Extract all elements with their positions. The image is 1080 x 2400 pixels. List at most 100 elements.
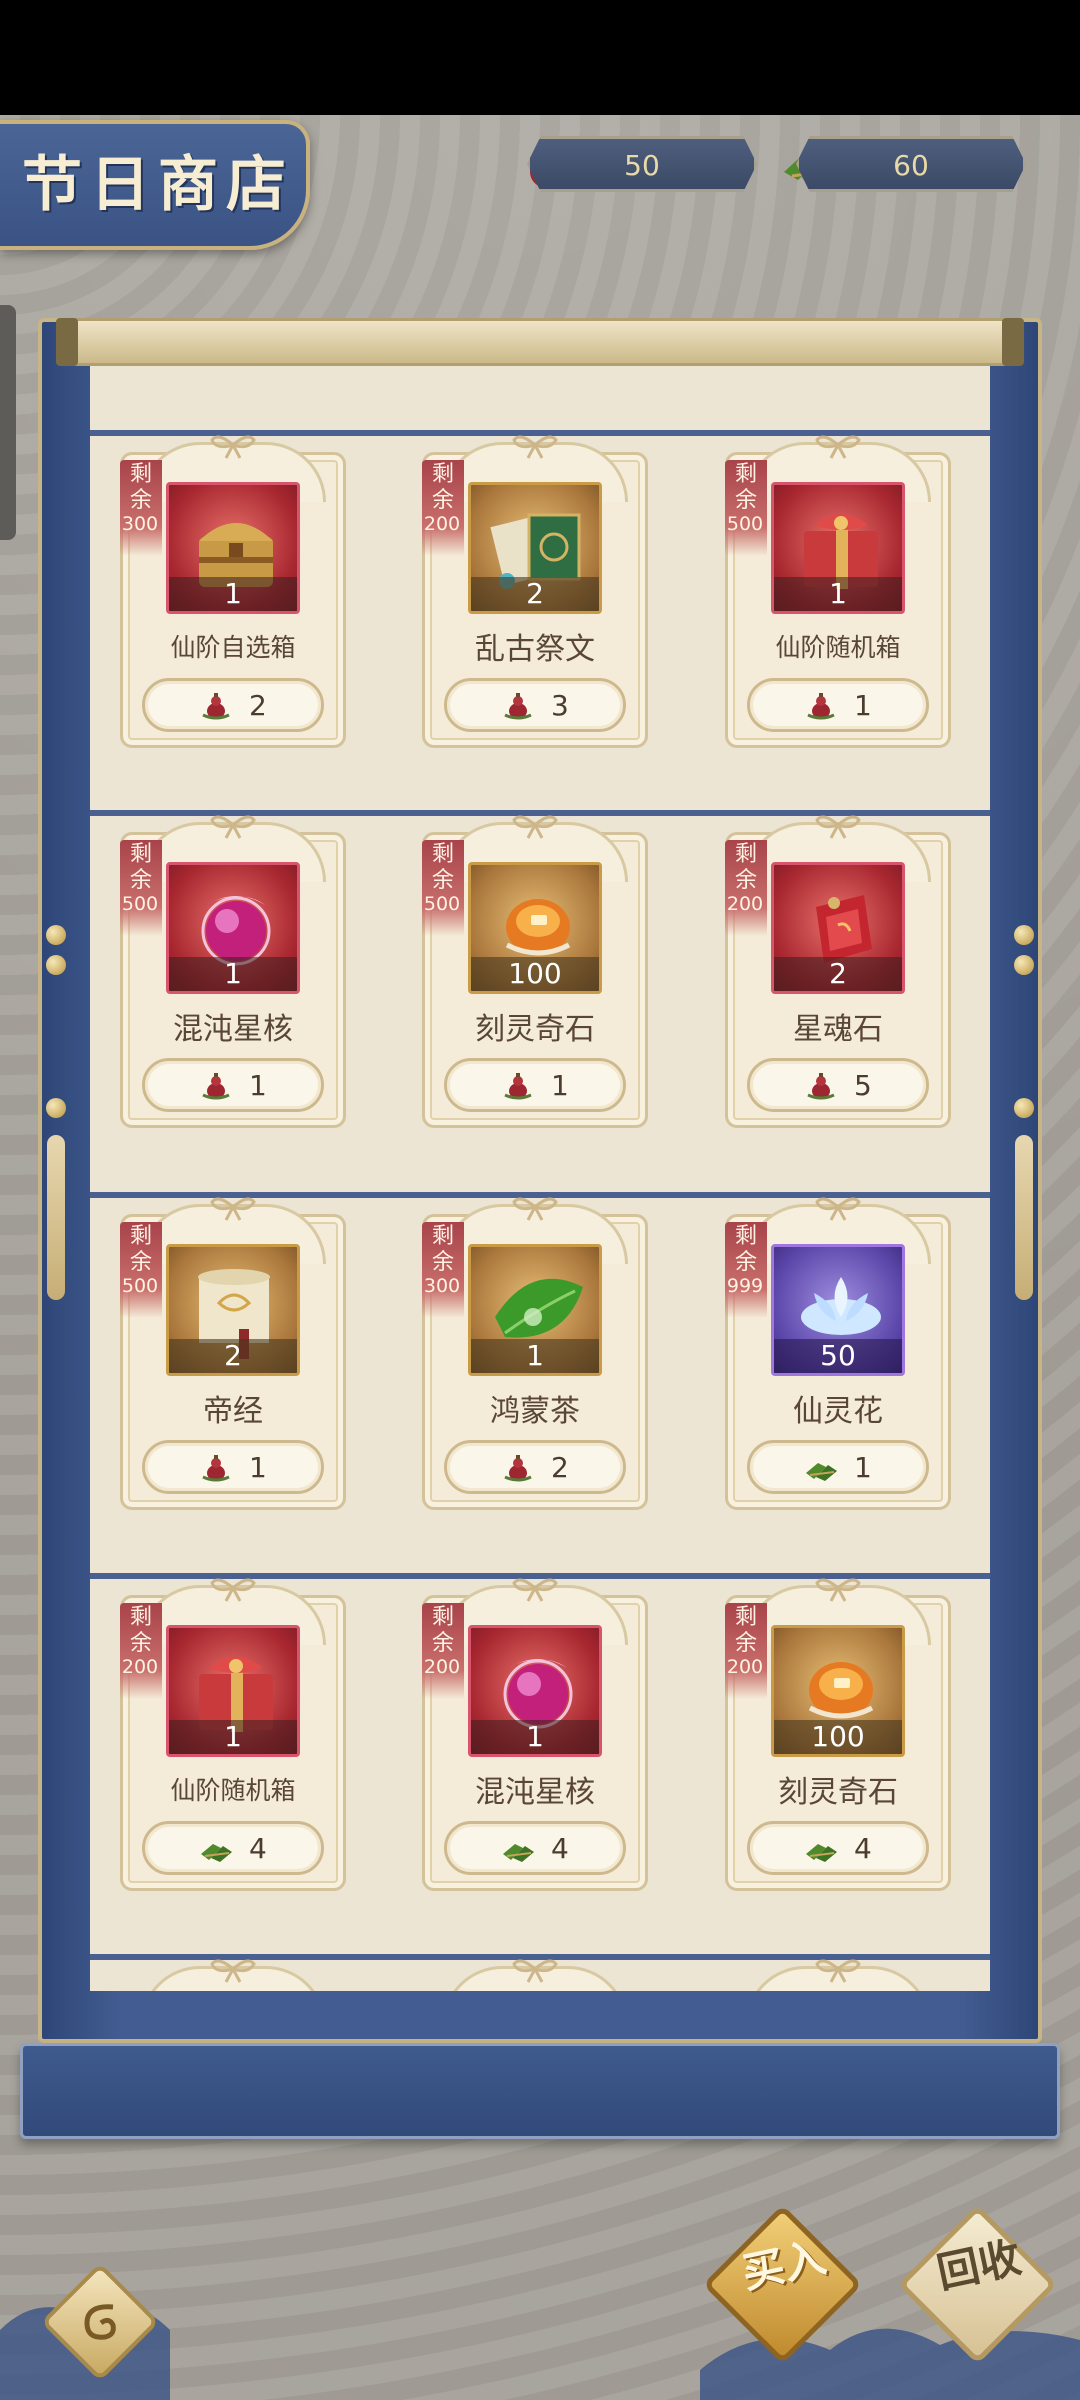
item-icon-frame[interactable]: 1 <box>468 1244 602 1376</box>
remaining-count: 500 <box>726 513 764 535</box>
price-button[interactable]: 1 <box>142 1058 324 1112</box>
item-icon-frame[interactable]: 1 <box>468 1625 602 1757</box>
side-drawer-handle[interactable] <box>0 305 16 540</box>
price-button[interactable]: 1 <box>747 678 929 732</box>
remaining-label: 剩余 <box>734 1605 757 1656</box>
price-button[interactable]: 4 <box>747 1821 929 1875</box>
price-button[interactable]: 1 <box>142 1440 324 1494</box>
item-name: 帝经 <box>203 1394 263 1429</box>
price-button[interactable]: 4 <box>142 1821 324 1875</box>
remaining-count: 200 <box>726 893 764 915</box>
tassel-bead <box>46 1098 66 1118</box>
green-zongzi-icon <box>806 1463 837 1481</box>
remaining-stock-badge: 剩余 200 <box>422 1603 464 1699</box>
item-quantity: 1 <box>169 577 297 611</box>
item-icon-frame[interactable]: 1 <box>771 482 905 614</box>
item-icon-frame[interactable]: 1 <box>166 862 300 994</box>
red-gourd-icon <box>202 1073 230 1100</box>
price-value: 4 <box>854 1832 872 1865</box>
shop-item-list[interactable]: 剩余 300 1 仙阶自选箱 2 剩余 200 2 乱古祭文 3 剩余 500 1 仙阶随机箱 1 剩余 500… <box>90 366 990 1991</box>
tassel <box>1015 1135 1033 1300</box>
item-icon-frame[interactable]: 1 <box>166 1625 300 1757</box>
currency-green-zongzi-value: 60 <box>893 149 929 182</box>
ribbon-bow-icon <box>815 435 861 459</box>
item-name: 鸿蒙茶 <box>490 1394 580 1429</box>
item-name: 仙灵花 <box>793 1394 883 1429</box>
ribbon-bow-icon <box>512 1959 558 1983</box>
item-icon-frame[interactable]: 100 <box>468 862 602 994</box>
price-button[interactable]: 4 <box>444 1821 626 1875</box>
item-quantity: 100 <box>471 957 599 991</box>
ribbon-bow-icon <box>210 435 256 459</box>
shop-item-card[interactable]: 剩余 500 1 混沌星核 1 <box>120 810 346 1128</box>
item-icon-frame[interactable]: 1 <box>166 482 300 614</box>
tassel-bead <box>1014 955 1034 975</box>
price-value: 3 <box>551 689 569 722</box>
currency-green-zongzi: 60 <box>796 136 1026 192</box>
shop-item-card[interactable]: 剩余 999 50 仙灵花 1 <box>725 1192 951 1510</box>
remaining-label: 剩余 <box>129 1605 152 1656</box>
back-button[interactable] <box>40 2262 160 2382</box>
shop-item-card[interactable]: 剩余 300 1 仙阶自选箱 2 <box>120 430 346 748</box>
remaining-stock-badge: 剩余 200 <box>120 1603 162 1699</box>
shop-item-card[interactable]: 剩余 200 1 混沌星核 4 <box>422 1573 648 1891</box>
remaining-count: 200 <box>423 1656 461 1678</box>
price-value: 2 <box>249 689 267 722</box>
price-button[interactable]: 5 <box>747 1058 929 1112</box>
item-quantity: 2 <box>774 957 902 991</box>
item-icon-frame[interactable]: 2 <box>771 862 905 994</box>
price-button[interactable]: 1 <box>747 1440 929 1494</box>
price-button[interactable]: 3 <box>444 678 626 732</box>
remaining-count: 500 <box>121 1275 159 1297</box>
scroll-rod <box>64 318 1014 366</box>
buy-button[interactable]: 买入 <box>700 2202 865 2367</box>
remaining-stock-badge: 剩余 500 <box>120 840 162 936</box>
price-value: 1 <box>854 1451 872 1484</box>
item-name: 乱古祭文 <box>475 632 595 667</box>
shop-item-card[interactable]: 剩余 500 2 帝经 1 <box>120 1192 346 1510</box>
remaining-count: 200 <box>121 1656 159 1678</box>
price-button[interactable]: 2 <box>444 1440 626 1494</box>
recycle-button[interactable]: 回收 <box>895 2202 1060 2367</box>
shop-item-card[interactable]: 剩余 500 100 刻灵奇石 1 <box>422 810 648 1128</box>
remaining-stock-badge: 剩余 500 <box>120 1222 162 1318</box>
remaining-count: 200 <box>423 513 461 535</box>
tassel-bead <box>1014 925 1034 945</box>
scroll-rod-cap-left <box>56 318 78 366</box>
ribbon-bow-icon <box>210 1197 256 1221</box>
remaining-stock-badge: 剩余 500 <box>725 460 767 556</box>
green-zongzi-icon <box>201 1844 232 1862</box>
remaining-label: 剩余 <box>734 462 757 513</box>
remaining-stock-badge: 剩余 200 <box>725 840 767 936</box>
item-icon-frame[interactable]: 2 <box>166 1244 300 1376</box>
tassel-bead <box>1014 1098 1034 1118</box>
item-quantity: 1 <box>774 577 902 611</box>
item-icon-frame[interactable]: 50 <box>771 1244 905 1376</box>
ribbon-bow-icon <box>210 1959 256 1983</box>
shop-item-card[interactable]: 剩余 300 1 鸿蒙茶 2 <box>422 1192 648 1510</box>
tassel-bead <box>46 955 66 975</box>
shop-item-card[interactable]: 剩余 500 1 仙阶随机箱 1 <box>725 430 951 748</box>
item-icon-frame[interactable]: 2 <box>468 482 602 614</box>
remaining-stock-badge: 剩余 999 <box>725 1222 767 1318</box>
green-zongzi-icon <box>806 1844 837 1862</box>
ribbon-bow-icon <box>815 1197 861 1221</box>
price-value: 4 <box>551 1832 569 1865</box>
shop-item-card[interactable]: 剩余 200 2 星魂石 5 <box>725 810 951 1128</box>
page-title: 节日商店 <box>22 150 294 220</box>
item-icon-frame[interactable]: 100 <box>771 1625 905 1757</box>
price-button[interactable]: 1 <box>444 1058 626 1112</box>
remaining-stock-badge: 剩余 300 <box>422 1222 464 1318</box>
shop-item-card[interactable]: 剩余 200 100 刻灵奇石 4 <box>725 1573 951 1891</box>
item-name: 星魂石 <box>793 1012 883 1047</box>
red-gourd-icon <box>202 1455 230 1482</box>
remaining-stock-badge: 剩余 200 <box>422 460 464 556</box>
item-name: 仙阶自选箱 <box>170 633 296 662</box>
remaining-stock-badge: 剩余 200 <box>725 1603 767 1699</box>
price-button[interactable]: 2 <box>142 678 324 732</box>
ribbon-bow-icon <box>512 1197 558 1221</box>
red-gourd-icon <box>504 693 532 720</box>
price-value: 5 <box>854 1069 872 1102</box>
shop-item-card[interactable]: 剩余 200 1 仙阶随机箱 4 <box>120 1573 346 1891</box>
shop-item-card[interactable]: 剩余 200 2 乱古祭文 3 <box>422 430 648 748</box>
